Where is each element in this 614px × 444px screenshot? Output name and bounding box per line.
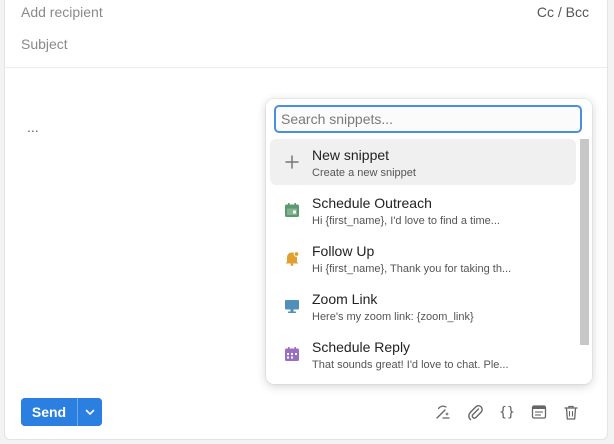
snippet-item-follow-up[interactable]: Follow Up Hi {first_name}, Thank you for…: [270, 235, 576, 281]
variables-button[interactable]: {}: [491, 398, 523, 426]
template-icon: [531, 405, 547, 419]
snippet-subtitle: Create a new snippet: [312, 167, 416, 179]
composer-toolbar: {}: [427, 398, 587, 426]
snippet-title: Schedule Reply: [312, 339, 411, 355]
cc-bcc-button[interactable]: Cc / Bcc: [537, 4, 589, 20]
subject-field[interactable]: Subject: [21, 36, 68, 52]
calendar-check-icon: [284, 202, 300, 218]
snippet-subtitle: Hi {first_name}, Thank you for taking th…: [312, 263, 512, 275]
snippet-title: Schedule Outreach: [312, 195, 432, 211]
ai-sparkle-button[interactable]: [427, 398, 459, 426]
recipient-field[interactable]: Add recipient: [21, 4, 103, 20]
bell-icon: [284, 250, 300, 266]
snippet-title: New snippet: [312, 147, 390, 163]
snippet-subtitle: Hi {first_name}, I'd love to find a time…: [312, 215, 500, 227]
send-options-button[interactable]: [78, 398, 102, 426]
snippet-scrollbar-thumb[interactable]: [580, 139, 589, 345]
recipient-row[interactable]: Add recipient Cc / Bcc: [5, 0, 607, 27]
delete-button[interactable]: [555, 398, 587, 426]
snippet-item-schedule-outreach[interactable]: Schedule Outreach Hi {first_name}, I'd l…: [270, 187, 576, 233]
send-button[interactable]: Send: [21, 398, 77, 426]
snippet-item-new[interactable]: New snippet Create a new snippet: [270, 139, 576, 185]
header-divider: [5, 67, 607, 68]
snippet-subtitle: Here's my zoom link: {zoom_link}: [312, 311, 474, 323]
attach-button[interactable]: [459, 398, 491, 426]
snippet-item-zoom-link[interactable]: Zoom Link Here's my zoom link: {zoom_lin…: [270, 283, 576, 329]
ai-sparkle-icon: [436, 405, 450, 419]
snippet-search-input[interactable]: [274, 105, 582, 133]
subject-row[interactable]: Subject: [5, 29, 607, 59]
message-body[interactable]: ...: [27, 119, 39, 135]
trash-icon: [564, 405, 578, 420]
paperclip-icon: [468, 405, 483, 421]
calendar-icon: [284, 346, 300, 362]
plus-icon: [284, 154, 300, 170]
snippet-title: Follow Up: [312, 243, 375, 259]
monitor-icon: [284, 298, 300, 314]
send-button-group: Send: [21, 398, 102, 426]
snippet-title: Zoom Link: [312, 291, 378, 307]
chevron-down-icon: [85, 409, 95, 415]
templates-button[interactable]: [523, 398, 555, 426]
snippets-popup: New snippet Create a new snippet Schedul…: [266, 99, 592, 384]
snippet-subtitle: That sounds great! I'd love to chat. Ple…: [312, 359, 509, 371]
curly-braces-icon: {}: [499, 404, 515, 420]
snippet-item-schedule-reply[interactable]: Schedule Reply That sounds great! I'd lo…: [270, 331, 576, 377]
